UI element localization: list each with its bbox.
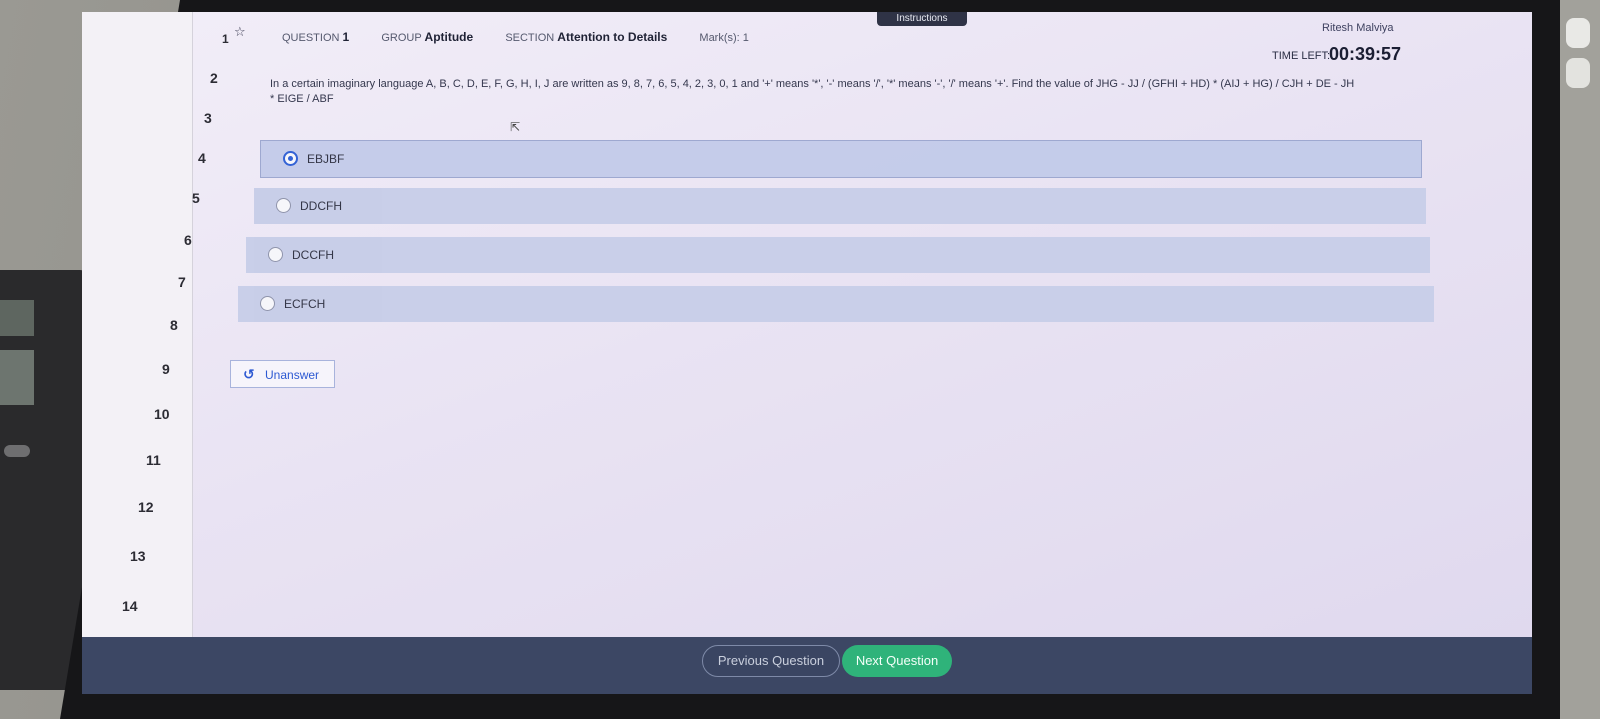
question-nav-item[interactable]: 13 — [90, 536, 170, 580]
question-nav-number: 13 — [130, 548, 146, 564]
unanswer-button[interactable]: ↺ Unanswer — [230, 360, 335, 388]
marks-label: Mark(s): 1 — [699, 32, 749, 44]
question-nav-item[interactable]: 6 — [144, 220, 224, 264]
question-nav-number: 7 — [178, 274, 186, 290]
question-nav: 1 2 3 4 5 6 7 8 9 10 11 12 13 14 — [82, 12, 229, 652]
radio-icon[interactable] — [268, 247, 283, 262]
timer-value: 00:39:57 — [1329, 44, 1402, 64]
option-label: DCCFH — [292, 248, 334, 262]
footer-bar: Previous Question Next Question — [82, 637, 1532, 694]
question-nav-item[interactable]: 14 — [82, 586, 162, 630]
option-label: DDCFH — [300, 199, 342, 213]
question-label: QUESTION — [282, 32, 340, 44]
question-nav-number: 12 — [138, 499, 154, 515]
question-nav-item[interactable]: 7 — [138, 262, 218, 306]
question-nav-number: 3 — [204, 110, 212, 126]
question-nav-number: 1 — [222, 32, 229, 46]
option-3[interactable]: DCCFH — [246, 237, 1430, 273]
section-value: Attention to Details — [557, 30, 668, 44]
option-2[interactable]: DDCFH — [254, 188, 1426, 224]
question-nav-number: 9 — [162, 361, 170, 377]
next-question-button[interactable]: Next Question — [842, 645, 952, 677]
previous-question-button[interactable]: Previous Question — [702, 645, 840, 677]
section-label: SECTION — [505, 32, 555, 44]
question-nav-number: 4 — [198, 150, 206, 166]
question-nav-number: 10 — [154, 406, 170, 422]
question-nav-number: 5 — [192, 190, 200, 206]
option-label: ECFCH — [284, 297, 326, 311]
question-nav-item[interactable]: 5 — [152, 178, 232, 222]
question-nav-item[interactable]: 8 — [130, 305, 210, 349]
question-nav-number: 11 — [146, 452, 161, 468]
question-header: QUESTION 1 GROUP Aptitude SECTION Attent… — [282, 30, 749, 44]
side-button — [1566, 18, 1590, 48]
option-1[interactable]: EBJBF — [260, 140, 1422, 178]
question-nav-item[interactable]: 1 — [82, 18, 229, 62]
option-label: EBJBF — [307, 152, 345, 166]
radio-icon[interactable] — [276, 198, 291, 213]
radio-icon[interactable] — [260, 296, 275, 311]
question-nav-number: 2 — [210, 70, 218, 86]
question-nav-number: 8 — [170, 317, 178, 333]
question-text-line: * EIGE / ABF — [270, 93, 334, 105]
question-text: In a certain imaginary language A, B, C,… — [270, 77, 1530, 107]
question-nav-item[interactable]: 2 — [170, 58, 250, 102]
unanswer-label: Unanswer — [265, 368, 320, 382]
question-nav-number: 6 — [184, 232, 192, 248]
group-label: GROUP — [381, 32, 422, 44]
star-icon[interactable]: ☆ — [234, 24, 246, 40]
question-nav-item[interactable]: 10 — [114, 394, 194, 438]
question-nav-number: 14 — [122, 598, 138, 614]
question-nav-item[interactable]: 4 — [158, 138, 238, 182]
instructions-tab[interactable]: Instructions — [877, 12, 967, 26]
option-4[interactable]: ECFCH — [238, 286, 1434, 322]
background-right — [1560, 0, 1600, 719]
user-name: Ritesh Malviya — [1322, 22, 1394, 34]
undo-icon: ↺ — [243, 366, 255, 382]
question-text-line: In a certain imaginary language A, B, C,… — [270, 78, 1355, 90]
question-nav-item[interactable]: 3 — [164, 98, 244, 142]
radio-selected-icon[interactable] — [283, 151, 298, 166]
calculator-panel — [0, 350, 34, 405]
question-nav-item[interactable]: 12 — [98, 487, 178, 531]
calculator-key — [4, 445, 30, 457]
group-value: Aptitude — [424, 30, 474, 44]
cursor-icon: ⇱ — [510, 120, 521, 134]
question-nav-item[interactable]: 9 — [122, 349, 202, 393]
calculator-display — [0, 300, 34, 336]
side-button — [1566, 58, 1590, 88]
timer-label: TIME LEFT: — [1272, 50, 1331, 62]
question-number: 1 — [342, 30, 350, 44]
question-nav-item[interactable]: 11 — [106, 440, 186, 484]
exam-screen: Instructions 1 2 3 4 5 6 7 8 9 10 11 12 … — [82, 12, 1532, 694]
